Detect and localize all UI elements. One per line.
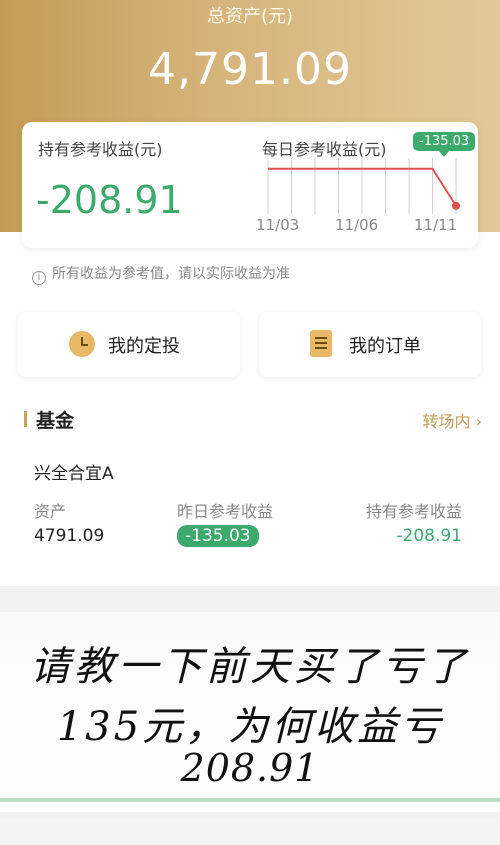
- hold-profit-label: 持有参考收益(元): [38, 140, 163, 159]
- hold-profit-column-value: -208.91: [396, 526, 462, 546]
- info-icon: i: [32, 271, 46, 285]
- asset-label: 资产: [34, 502, 67, 521]
- caption-line: 135元，为何收益亏: [56, 704, 444, 750]
- x-tick-label: 11/11: [414, 216, 458, 234]
- total-assets-label: 总资产(元): [206, 6, 294, 27]
- fund-section-title: 基金: [36, 410, 75, 432]
- daily-profit-chart: [267, 158, 460, 214]
- x-tick-label: 11/03: [256, 216, 300, 234]
- chevron-right-icon: ›: [475, 412, 482, 431]
- profit-card[interactable]: 持有参考收益(元) -208.91 每日参考收益(元) -135.03 11/0…: [22, 122, 478, 248]
- fund-name[interactable]: 兴全合宜A: [34, 459, 114, 484]
- transfer-link[interactable]: 转场内 ›: [422, 408, 482, 432]
- caption-line: 208.91: [180, 746, 320, 790]
- chart-point-latest: [452, 201, 460, 210]
- hold-profit-value: -208.91: [36, 178, 183, 222]
- my-orders-button[interactable]: 我的订单: [259, 312, 481, 377]
- x-tick-label: 11/06: [335, 216, 379, 234]
- bottom-strip: [0, 818, 500, 845]
- daily-profit-label: 每日参考收益(元): [262, 140, 387, 159]
- yesterday-profit-value: -135.03: [177, 525, 259, 547]
- divider: [0, 798, 500, 802]
- transfer-link-label: 转场内: [422, 412, 471, 431]
- caption-line: 请教一下前天买了亏了: [30, 644, 470, 690]
- section-accent-bar: [24, 411, 27, 427]
- daily-profit-badge: -135.03: [413, 132, 476, 157]
- document-icon: [310, 330, 332, 357]
- total-assets-value: 4,791.09: [148, 44, 352, 95]
- asset-value: 4791.09: [34, 526, 105, 546]
- yesterday-profit-pill: -135.03: [177, 525, 259, 547]
- my-orders-label: 我的订单: [349, 336, 421, 357]
- clock-icon: [69, 331, 95, 357]
- question-caption: 请教一下前天买了亏了 135元，为何收益亏 208.91: [0, 612, 500, 812]
- my-plan-label: 我的定投: [108, 336, 180, 357]
- hold-profit-column-label: 持有参考收益: [365, 502, 462, 521]
- notice-text: 所有收益为参考值，请以实际收益为准: [52, 266, 290, 282]
- profit-notice: i 所有收益为参考值，请以实际收益为准: [32, 263, 290, 285]
- yesterday-profit-label: 昨日参考收益: [177, 502, 274, 521]
- my-plan-button[interactable]: 我的定投: [18, 312, 240, 377]
